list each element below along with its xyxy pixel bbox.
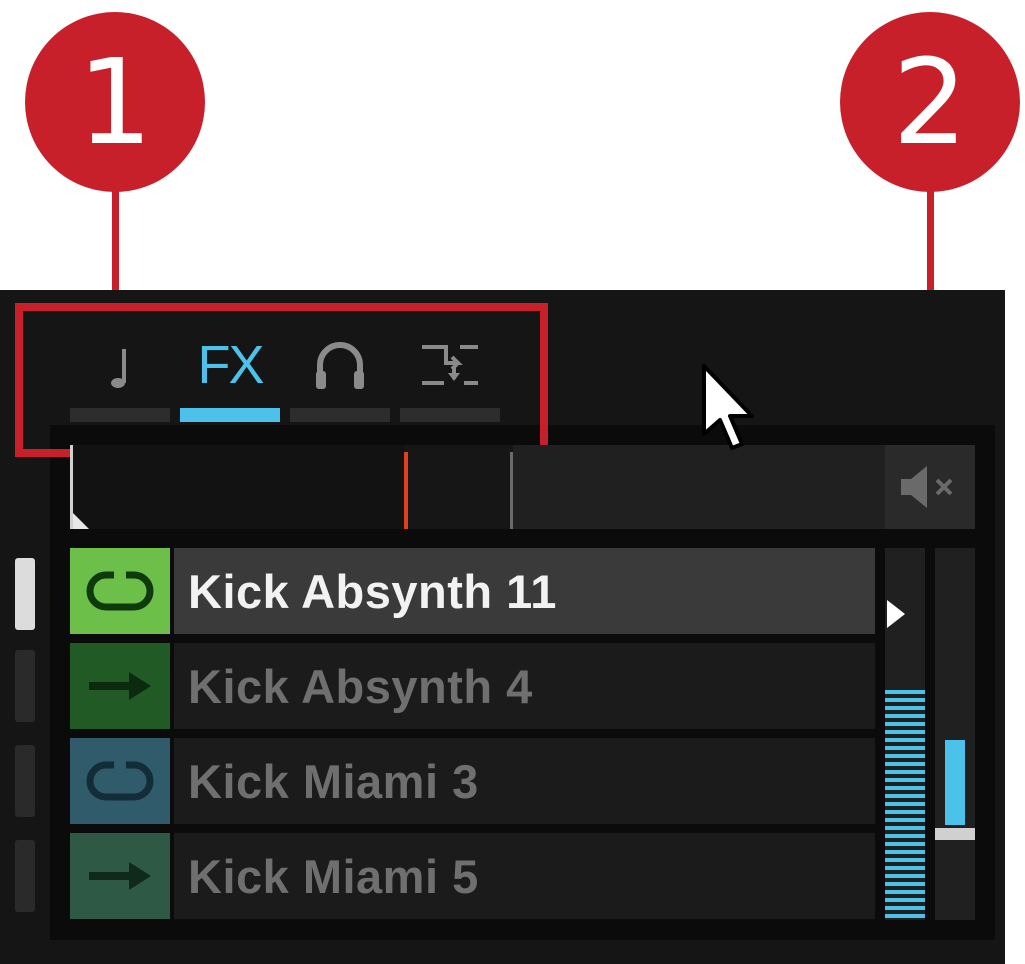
meter-segment bbox=[885, 802, 925, 806]
callout-1: 1 bbox=[25, 12, 205, 192]
meter-segment bbox=[885, 858, 925, 862]
meter-segment bbox=[885, 914, 925, 918]
slot-type-badge[interactable] bbox=[70, 738, 170, 824]
volume-fader[interactable] bbox=[935, 548, 975, 920]
volume-fader-handle[interactable] bbox=[935, 828, 975, 840]
slot-name: Kick Miami 3 bbox=[174, 738, 875, 824]
callout-1-highlight-box bbox=[15, 303, 548, 457]
loop-end-marker bbox=[510, 452, 513, 529]
meter-segment bbox=[885, 834, 925, 838]
meter-segment bbox=[885, 738, 925, 742]
meter-segment bbox=[885, 866, 925, 870]
slot-indicator-3 bbox=[15, 745, 35, 817]
callout-2-number: 2 bbox=[892, 33, 968, 171]
play-indicator-icon bbox=[887, 600, 905, 628]
waveform-loop-region bbox=[405, 445, 513, 529]
meter-segment bbox=[885, 810, 925, 814]
meter-segment bbox=[885, 730, 925, 734]
slot-name: Kick Absynth 4 bbox=[174, 643, 875, 729]
meter-segment bbox=[885, 794, 925, 798]
arrow-right-icon bbox=[89, 862, 151, 890]
meter-segment bbox=[885, 850, 925, 854]
mouse-cursor-icon bbox=[702, 364, 754, 450]
waveform-played-region bbox=[70, 445, 405, 529]
mute-button[interactable] bbox=[885, 445, 975, 529]
slot-row[interactable]: Kick Miami 3 bbox=[70, 738, 875, 824]
meter-segment bbox=[885, 762, 925, 766]
start-marker-icon bbox=[73, 513, 89, 529]
meter-segment bbox=[885, 818, 925, 822]
meter-segment bbox=[885, 826, 925, 830]
slot-row[interactable]: Kick Absynth 4 bbox=[70, 643, 875, 729]
slot-indicator-2 bbox=[15, 650, 35, 722]
meter-segment bbox=[885, 786, 925, 790]
meter-segment bbox=[885, 706, 925, 710]
meter-segment bbox=[885, 746, 925, 750]
meter-segment bbox=[885, 906, 925, 910]
speaker-mute-icon bbox=[901, 466, 953, 508]
slot-indicator-1 bbox=[15, 558, 35, 630]
arrow-right-icon bbox=[89, 672, 151, 700]
playhead bbox=[404, 452, 408, 529]
meter-segment bbox=[885, 722, 925, 726]
slot-row[interactable]: Kick Miami 5 bbox=[70, 833, 875, 919]
meter-segment bbox=[885, 698, 925, 702]
slot-row[interactable]: Kick Absynth 11 bbox=[70, 548, 875, 634]
meter-segment bbox=[885, 874, 925, 878]
meter-segment bbox=[885, 754, 925, 758]
slot-name: Kick Miami 5 bbox=[174, 833, 875, 919]
slot-indicator-4 bbox=[15, 840, 35, 912]
meter-segment bbox=[885, 898, 925, 902]
meter-segment bbox=[885, 882, 925, 886]
meter-segment bbox=[885, 778, 925, 782]
callout-1-number: 1 bbox=[77, 33, 153, 171]
slot-type-badge[interactable] bbox=[70, 643, 170, 729]
meter-segment bbox=[885, 842, 925, 846]
slot-name: Kick Absynth 11 bbox=[174, 548, 875, 634]
volume-fader-fill bbox=[945, 740, 965, 825]
loop-icon bbox=[86, 761, 154, 801]
meter-segment bbox=[885, 890, 925, 894]
slot-type-badge[interactable] bbox=[70, 833, 170, 919]
slot-type-badge[interactable] bbox=[70, 548, 170, 634]
level-meter-bars bbox=[885, 690, 925, 918]
meter-segment bbox=[885, 690, 925, 694]
callout-2: 2 bbox=[840, 12, 1020, 192]
loop-icon bbox=[86, 571, 154, 611]
meter-segment bbox=[885, 714, 925, 718]
meter-segment bbox=[885, 770, 925, 774]
